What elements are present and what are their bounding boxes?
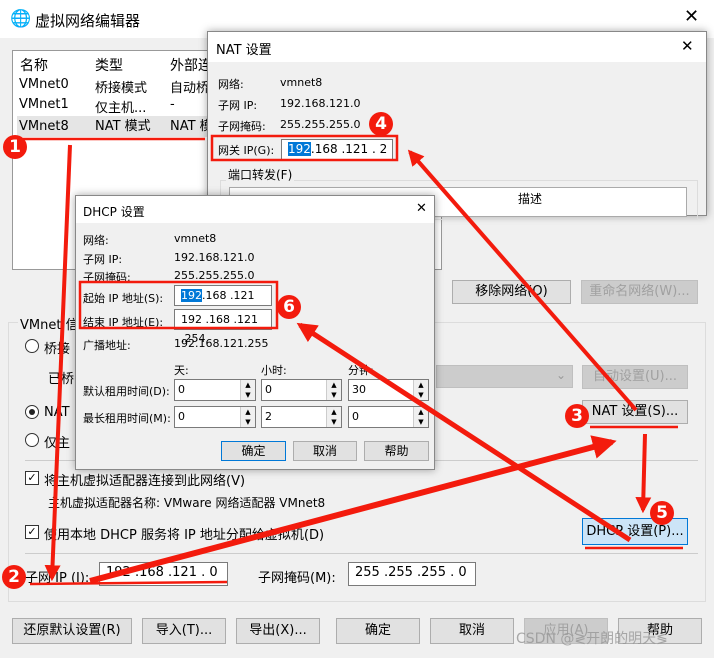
step-badge-6: 6 xyxy=(277,295,301,319)
annotation-overlay xyxy=(22,134,683,586)
arrow-5-to-6 xyxy=(296,322,632,543)
arrow-3-to-4 xyxy=(407,149,638,412)
subnet-ip-underline xyxy=(29,580,228,586)
step-badge-4: 4 xyxy=(369,112,393,136)
arrow-3-to-5 xyxy=(635,433,652,514)
gateway-highlight-box xyxy=(210,134,399,162)
step-badge-1: 1 xyxy=(3,135,27,159)
arrow-2-to-3 xyxy=(89,435,617,584)
dhcp-range-highlight-box xyxy=(78,280,279,330)
step-badge-3: 3 xyxy=(565,404,589,428)
arrow-1-to-2 xyxy=(44,144,72,582)
step-badge-5: 5 xyxy=(650,501,674,525)
step-badge-2: 2 xyxy=(2,565,26,589)
